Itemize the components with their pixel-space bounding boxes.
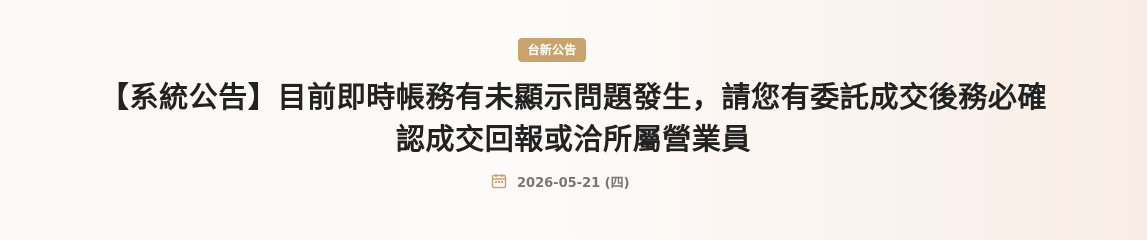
- announcement-title-line1: 【系統公告】目前即時帳務有未顯示問題發生，請您有委託成交後務必確: [99, 80, 1048, 114]
- announcement-title-line2: 認成交回報或洽所屬營業員: [395, 122, 752, 156]
- post-date: 2026-05-21 (四): [491, 170, 630, 192]
- announcement-title: 【系統公告】目前即時帳務有未顯示問題發生，請您有委託成交後務必確 認成交回報或洽…: [40, 76, 1107, 160]
- calendar-icon: [491, 173, 507, 189]
- category-badge[interactable]: 台新公告: [518, 38, 586, 62]
- post-date-text: 2026-05-21 (四): [517, 175, 630, 191]
- announcement-header: 台新公告 【系統公告】目前即時帳務有未顯示問題發生，請您有委託成交後務必確 認成…: [0, 0, 1147, 237]
